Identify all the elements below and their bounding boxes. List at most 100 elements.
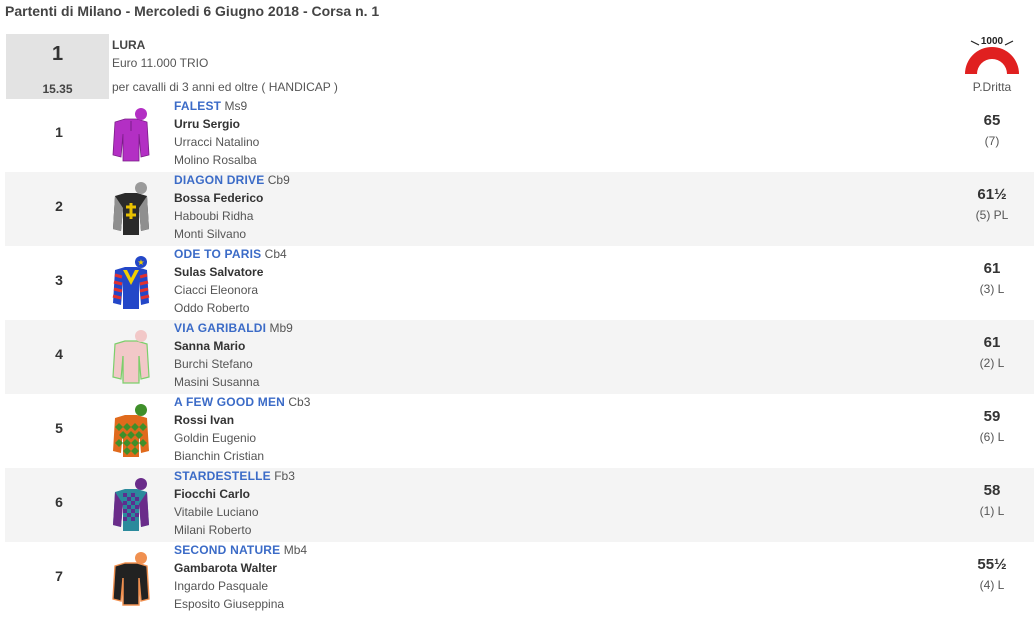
horse-name-link[interactable]: SECOND NATURE	[174, 543, 280, 557]
draw-value: (6) L	[979, 430, 1005, 444]
trainer-name: Goldin Eugenio	[174, 431, 257, 445]
draw-cell: (7)	[942, 134, 1022, 148]
runner-row: 6 STARDESTELLE Fb3 Fiocchi Carlo Vitabile L…	[5, 468, 1034, 542]
race-header: 1 15.35 LURA Euro 11.000 TRIO per cavall…	[5, 32, 1034, 99]
jockey-name: Rossi Ivan	[174, 413, 235, 427]
page-title: Partenti di Milano - Mercoledi 6 Giugno …	[5, 3, 380, 19]
horse-entry: A FEW GOOD MEN Cb3	[174, 395, 310, 409]
weight-value: 55½	[977, 556, 1007, 573]
jockey-name: Urru Sergio	[174, 117, 241, 131]
runner-row: 1 FALEST Ms9 Urru Sergio Urracci Natalino Mo…	[5, 98, 1034, 172]
horse-name-link[interactable]: FALEST	[174, 99, 221, 113]
draw-value: (4) L	[979, 578, 1005, 592]
trainer-name: Ciacci Eleonora	[174, 283, 259, 297]
owner-name: Monti Silvano	[174, 227, 247, 241]
horse-name-link[interactable]: A FEW GOOD MEN	[174, 395, 285, 409]
black-grey-silk-icon	[113, 182, 149, 235]
runner-row: 5 A FEW GOOD MEN Cb3 Rossi Ivan Goldin Euge…	[5, 394, 1034, 468]
owner-name: Milani Roberto	[174, 523, 252, 537]
track-distance-badge: 1000	[981, 36, 1004, 47]
horse-entry: ODE TO PARIS Cb4	[174, 247, 287, 261]
weight-value: 65	[983, 112, 1001, 129]
runner-number: 3	[55, 272, 63, 288]
owner-name: Oddo Roberto	[174, 301, 250, 315]
horse-entry: FALEST Ms9	[174, 99, 247, 113]
draw-value: (1) L	[979, 504, 1005, 518]
weight-value: 61	[983, 334, 1001, 351]
weight-value: 61	[983, 260, 1001, 277]
owner-name: Bianchin Cristian	[174, 449, 265, 463]
horse-name-link[interactable]: DIAGON DRIVE	[174, 173, 264, 187]
weight-cell: 65	[942, 112, 1022, 129]
runner-number: 2	[55, 198, 63, 214]
draw-cell: (5) PL	[942, 208, 1022, 222]
weight-value: 61½	[977, 186, 1007, 203]
trainer-name: Ingardo Pasquale	[174, 579, 269, 593]
horse-info: Mb4	[283, 543, 308, 557]
weight-cell: 59	[942, 408, 1022, 425]
owner-name: Masini Susanna	[174, 375, 260, 389]
trainer-name: Vitabile Luciano	[174, 505, 259, 519]
draw-value: (3) L	[979, 282, 1005, 296]
weight-value: 59	[983, 408, 1001, 425]
runner-row: 7 SECOND NATURE Mb4 Gambarota Walter Ingard…	[5, 542, 1034, 616]
trainer-name: Haboubi Ridha	[174, 209, 254, 223]
black-orange-silk-icon	[112, 552, 150, 606]
draw-value: (2) L	[979, 356, 1005, 370]
track-type: P.Dritta	[972, 80, 1012, 94]
race-number: 1	[51, 43, 64, 65]
weight-cell: 55½	[942, 556, 1022, 573]
runner-row: 4 VIA GARIBALDI Mb9 Sanna Mario Burchi Stef…	[5, 320, 1034, 394]
draw-value: (7)	[984, 134, 1000, 148]
draw-cell: (3) L	[942, 282, 1022, 296]
draw-cell: (6) L	[942, 430, 1022, 444]
pink-green-silk-icon	[112, 330, 150, 384]
horse-entry: DIAGON DRIVE Cb9	[174, 173, 290, 187]
jockey-name: Bossa Federico	[174, 191, 264, 205]
runner-row: 3 ★ ODE TO PARIS Cb4 Sulas Salvatore Ciacci …	[5, 246, 1034, 320]
purple-silk-icon	[112, 108, 150, 162]
jockey-name: Sulas Salvatore	[174, 265, 264, 279]
runner-number: 1	[55, 124, 63, 140]
horse-info: Cb3	[288, 395, 311, 409]
horse-name-link[interactable]: ODE TO PARIS	[174, 247, 261, 261]
draw-value: (5) PL	[975, 208, 1009, 222]
svg-text:★: ★	[137, 258, 144, 267]
draw-cell: (1) L	[942, 504, 1022, 518]
race-conditions: per cavalli di 3 anni ed oltre ( HANDICA…	[112, 80, 338, 94]
straight-track-icon: 1000	[965, 36, 1019, 74]
race-prize: Euro 11.000 TRIO	[112, 56, 209, 70]
horse-entry: SECOND NATURE Mb4	[174, 543, 307, 557]
race-number-box: 1 15.35	[6, 34, 109, 99]
weight-value: 58	[983, 482, 1001, 499]
draw-cell: (4) L	[942, 578, 1022, 592]
jockey-name: Fiocchi Carlo	[174, 487, 251, 501]
runner-number: 6	[55, 494, 63, 510]
horse-info: Cb9	[267, 173, 290, 187]
weight-cell: 61½	[942, 186, 1022, 203]
jockey-name: Gambarota Walter	[174, 561, 277, 575]
weight-cell: 61	[942, 334, 1022, 351]
runner-number: 4	[55, 346, 63, 362]
blue-yellow-silk-icon: ★	[112, 256, 150, 309]
trainer-name: Burchi Stefano	[174, 357, 253, 371]
trainer-name: Urracci Natalino	[174, 135, 260, 149]
owner-name: Esposito Giuseppina	[174, 597, 285, 611]
horse-entry: STARDESTELLE Fb3	[174, 469, 295, 483]
horse-info: Cb4	[264, 247, 287, 261]
teal-purple-silk-icon	[113, 478, 149, 531]
horse-info: Fb3	[274, 469, 295, 483]
green-orange-silk-icon	[113, 404, 149, 457]
race-name: LURA	[112, 38, 146, 52]
race-time: 15.35	[42, 82, 73, 96]
horse-name-link[interactable]: VIA GARIBALDI	[174, 321, 266, 335]
horse-entry: VIA GARIBALDI Mb9	[174, 321, 293, 335]
jockey-name: Sanna Mario	[174, 339, 246, 353]
runner-number: 5	[55, 420, 63, 436]
horse-info: Ms9	[224, 99, 248, 113]
weight-cell: 61	[942, 260, 1022, 277]
owner-name: Molino Rosalba	[174, 153, 257, 167]
runner-number: 7	[55, 568, 63, 584]
runner-row: 2 DIAGON DRIVE Cb9 Bossa Federico Haboubi R…	[5, 172, 1034, 246]
horse-name-link[interactable]: STARDESTELLE	[174, 469, 271, 483]
